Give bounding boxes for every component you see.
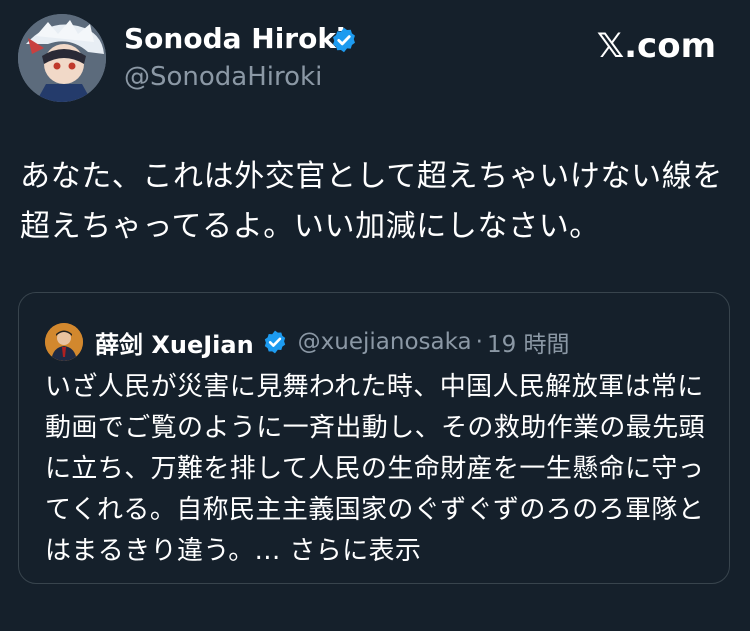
show-more-link[interactable]: さらに表示 xyxy=(289,536,421,566)
quoted-author-avatar[interactable] xyxy=(45,323,83,361)
quoted-verified-badge-icon xyxy=(264,330,285,354)
avatar-image xyxy=(18,14,106,102)
author-name[interactable]: Sonoda Hiroki xyxy=(124,22,346,56)
verified-badge-icon xyxy=(333,27,355,53)
quoted-tweet-card[interactable]: 薛剑 XueJian @xuejianosaka · 19 時間 いざ人民が災害… xyxy=(18,292,730,584)
author-avatar[interactable] xyxy=(18,14,106,102)
quoted-tweet-text: いざ人民が災害に見舞われた時、中国人民解放軍は常に動画でご覧のように一斉出動し、… xyxy=(45,367,705,572)
separator-dot: · xyxy=(475,329,483,355)
tweet-text: あなた、これは外交官として超えちゃいけない線を超えちゃってるよ。いい加減にしなさ… xyxy=(20,159,723,244)
quoted-avatar-image xyxy=(45,323,83,361)
quoted-timestamp[interactable]: 19 時間 xyxy=(487,325,570,359)
x-logo[interactable]: 𝕏.com xyxy=(597,26,716,66)
author-handle[interactable]: @SonodaHiroki xyxy=(124,60,322,94)
quoted-author-handle[interactable]: @xuejianosaka xyxy=(298,329,472,355)
quoted-author-name[interactable]: 薛剑 XueJian xyxy=(95,325,254,360)
quoted-header: 薛剑 XueJian @xuejianosaka · 19 時間 xyxy=(95,323,570,361)
